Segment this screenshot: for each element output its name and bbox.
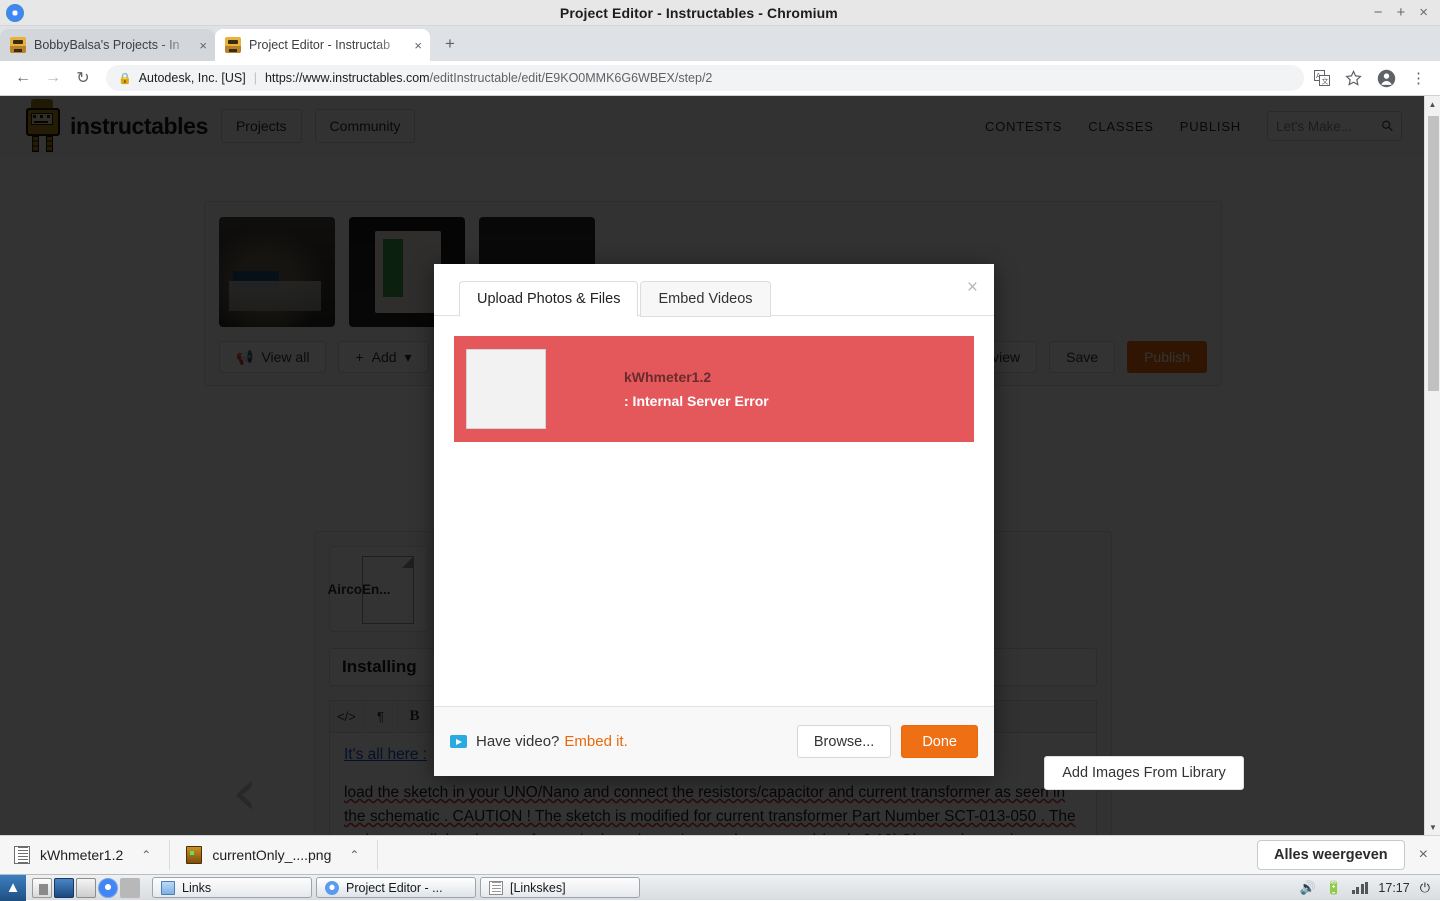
have-video-label: Have video? [476, 733, 560, 750]
back-icon[interactable]: ← [8, 63, 38, 93]
chevron-up-icon[interactable]: ⌃ [349, 848, 359, 862]
error-filename: kWhmeter1.2 [624, 369, 712, 385]
taskbar-item-label: [Linkskes] [510, 880, 566, 895]
minimize-button[interactable]: − [1374, 5, 1383, 20]
system-tray: 🔊 🔋 17:17 ⏻ [1300, 880, 1430, 896]
bookmark-star-icon[interactable] [1345, 69, 1362, 87]
video-play-icon [450, 735, 467, 748]
taskbar-item-linkskes[interactable]: [Linkskes] [480, 877, 640, 898]
power-icon[interactable]: ⏻ [1420, 880, 1430, 896]
new-tab-button[interactable]: + [436, 30, 464, 58]
modal-header: Upload Photos & Files Embed Videos × [434, 264, 994, 317]
site-organization: Autodesk, Inc. [US] [138, 71, 246, 85]
browser-title-bar: Project Editor - Instructables - Chromiu… [0, 0, 1440, 26]
show-desktop-icon[interactable] [32, 877, 52, 898]
svg-text:文: 文 [1322, 77, 1329, 86]
blank-icon[interactable] [120, 877, 140, 898]
profile-icon[interactable] [1377, 69, 1396, 88]
signal-bars-icon[interactable] [1351, 881, 1369, 894]
taskbar-item-project-editor[interactable]: Project Editor - ... [316, 877, 476, 898]
chevron-up-icon[interactable]: ⌃ [141, 848, 151, 862]
chromium-icon[interactable] [98, 877, 118, 898]
instructables-favicon [10, 37, 26, 53]
terminal-icon[interactable] [76, 877, 96, 898]
scrollbar-thumb[interactable] [1428, 116, 1439, 391]
battery-charging-icon[interactable]: 🔋 [1326, 880, 1342, 896]
window-switch-icon[interactable] [54, 877, 74, 898]
show-all-downloads-button[interactable]: Alles weergeven [1257, 840, 1405, 870]
close-icon[interactable]: × [1419, 846, 1428, 864]
taskbar-item-label: Links [182, 880, 212, 895]
close-window-button[interactable]: × [1419, 5, 1428, 20]
tab-bobbybalsa-projects[interactable]: BobbyBalsa's Projects - In × [0, 29, 215, 61]
modal-body: kWhmeter1.2 : Internal Server Error [434, 316, 994, 706]
tab-project-editor[interactable]: Project Editor - Instructab × [215, 29, 430, 61]
upload-modal: Upload Photos & Files Embed Videos × kWh… [434, 264, 1244, 790]
url-path: /editInstructable/edit/E9KO0MMK6G6WBEX/s… [429, 71, 713, 85]
download-filename: currentOnly_....png [212, 847, 332, 863]
tab-close-icon[interactable]: × [414, 38, 422, 53]
browse-button[interactable]: Browse... [796, 725, 892, 758]
tab-embed-videos[interactable]: Embed Videos [640, 281, 771, 317]
modal-footer: Have video? Embed it. Browse... Done [434, 706, 994, 776]
address-bar[interactable]: 🔒 Autodesk, Inc. [US] | https://www.inst… [106, 65, 1304, 91]
error-message: : Internal Server Error [624, 393, 769, 409]
upload-thumbnail-placeholder [466, 349, 546, 429]
page-scrollbar[interactable]: ▲ ▼ [1424, 96, 1440, 835]
download-shelf: kWhmeter1.2 ⌃ currentOnly_....png ⌃ Alle… [0, 835, 1440, 874]
folder-icon [161, 880, 175, 895]
taskbar-windows: Links Project Editor - ... [Linkskes] [152, 877, 640, 898]
upload-error-banner: kWhmeter1.2 : Internal Server Error [454, 336, 974, 442]
document-icon [14, 846, 30, 864]
reload-icon[interactable]: ↻ [68, 63, 98, 93]
taskbar-item-label: Project Editor - ... [346, 880, 443, 895]
image-file-icon [186, 846, 203, 864]
embed-it-link[interactable]: Embed it. [564, 733, 627, 750]
maximize-button[interactable]: + [1396, 5, 1405, 20]
tab-close-icon[interactable]: × [199, 38, 207, 53]
forward-icon: → [45, 69, 61, 86]
close-icon[interactable]: × [967, 278, 978, 297]
url-domain: https://www.instructables.com [264, 71, 430, 85]
download-filename: kWhmeter1.2 [40, 847, 124, 863]
browser-menu-icon[interactable]: ⋮ [1411, 69, 1426, 87]
scroll-up-icon[interactable]: ▲ [1425, 96, 1440, 112]
browser-toolbar: ← → ↻ 🔒 Autodesk, Inc. [US] | https://ww… [0, 61, 1440, 96]
omnibox-separator: | [253, 71, 257, 85]
quick-launch-bar [32, 877, 140, 898]
chromium-icon [6, 3, 24, 22]
instructables-favicon [225, 37, 241, 53]
window-title: Project Editor - Instructables - Chromiu… [559, 4, 838, 21]
notes-icon [489, 880, 503, 895]
download-item-currentonly[interactable]: currentOnly_....png ⌃ [172, 840, 379, 870]
os-taskbar: ▲ Links Project Editor - ... [Linkskes] … [0, 874, 1440, 901]
translate-icon[interactable]: A文 [1314, 70, 1330, 86]
page-viewport: instructables Projects Community CONTEST… [0, 96, 1440, 835]
scroll-down-icon[interactable]: ▼ [1425, 819, 1440, 835]
volume-icon[interactable]: 🔊 [1300, 880, 1316, 896]
tab-strip: BobbyBalsa's Projects - In × Project Edi… [0, 26, 1440, 61]
taskbar-item-links[interactable]: Links [152, 877, 312, 898]
lock-icon: 🔒 [118, 72, 132, 85]
tab-upload-photos-files[interactable]: Upload Photos & Files [459, 281, 639, 317]
start-menu-icon[interactable]: ▲ [0, 874, 26, 901]
download-item-kwhmeter[interactable]: kWhmeter1.2 ⌃ [0, 840, 171, 870]
tab-label: BobbyBalsa's Projects - In [34, 38, 180, 52]
chromium-icon [325, 880, 339, 895]
tab-label: Project Editor - Instructab [249, 38, 391, 52]
add-images-from-library-button[interactable]: Add Images From Library [1044, 756, 1244, 790]
window-controls: − + × [1374, 5, 1428, 20]
clock: 17:17 [1378, 880, 1410, 895]
done-button[interactable]: Done [901, 725, 978, 758]
